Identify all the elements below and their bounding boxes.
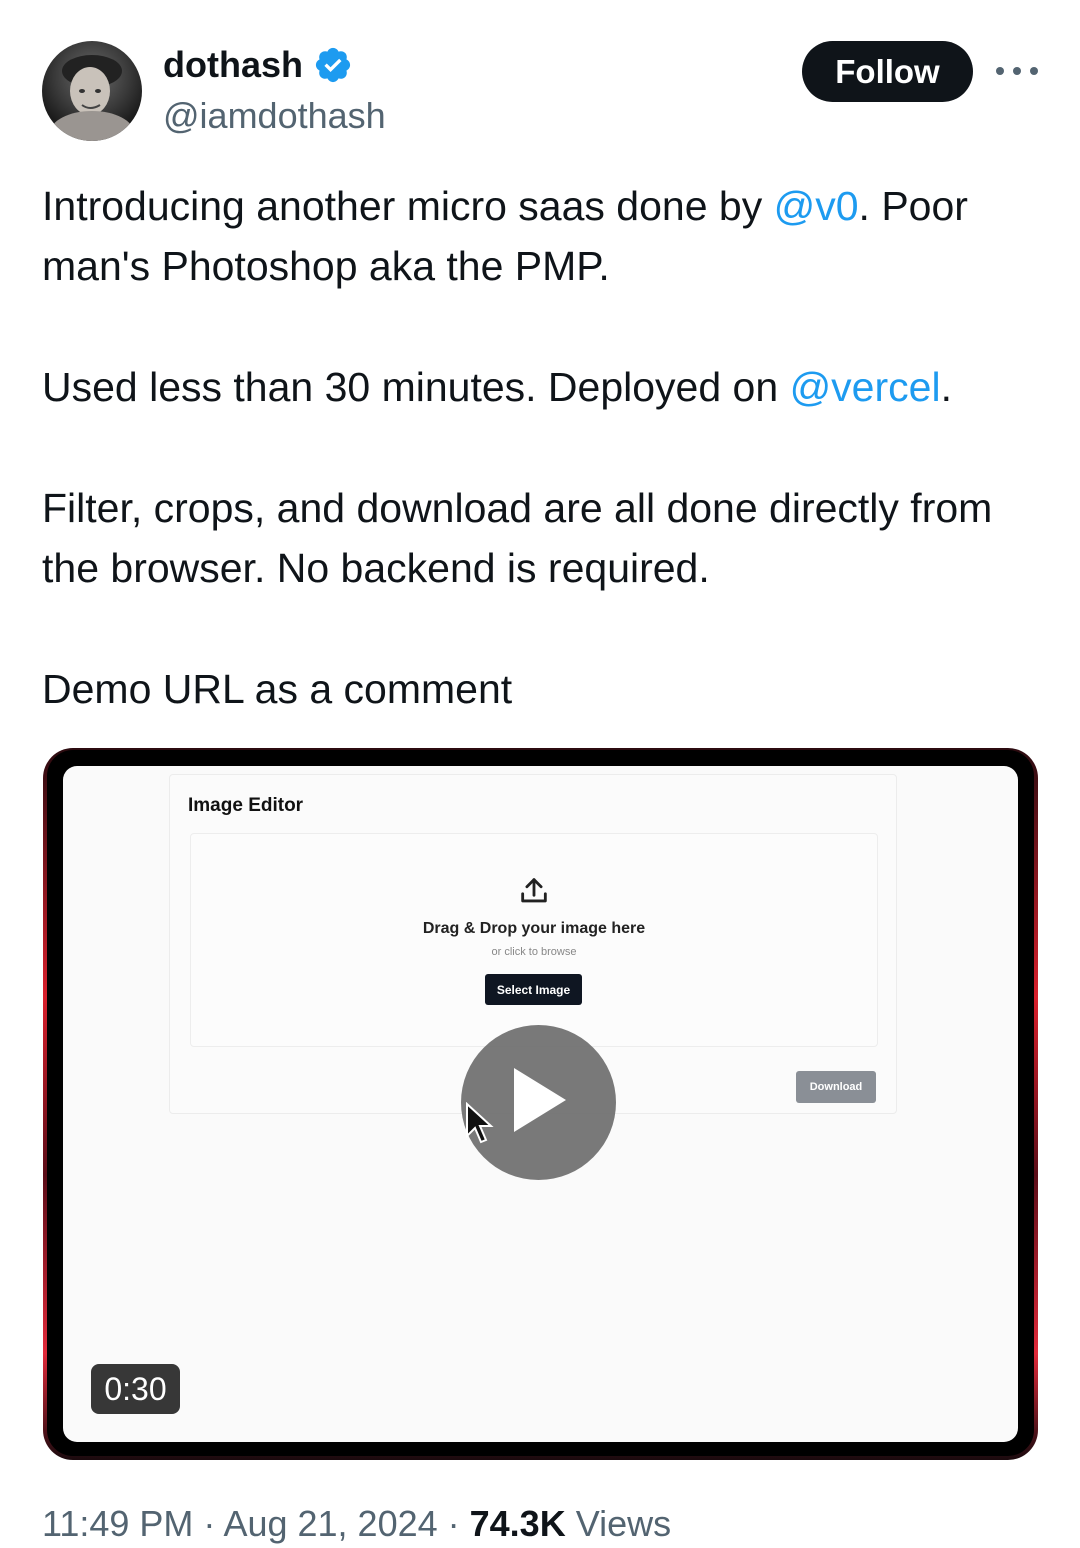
tweet-paragraph-3: Filter, crops, and download are all done…: [42, 485, 993, 591]
mention-link-v0[interactable]: @v0: [774, 183, 859, 229]
video-duration-badge: 0:30: [91, 1364, 180, 1414]
tweet-paragraph-4: Demo URL as a comment: [42, 666, 513, 712]
tweet-date[interactable]: Aug 21, 2024: [223, 1503, 437, 1544]
views-label: Views: [565, 1503, 672, 1544]
upload-icon: [517, 874, 551, 913]
author-display-name[interactable]: dothash: [163, 40, 303, 90]
meta-separator: ·: [193, 1503, 224, 1544]
dropzone: Drag & Drop your image here or click to …: [190, 833, 878, 1047]
dropzone-subtitle: or click to browse: [491, 946, 577, 958]
more-dot: [996, 67, 1004, 75]
tweet-text: Introducing another micro saas done by @…: [42, 176, 1042, 780]
avatar[interactable]: [42, 41, 142, 141]
video-frame: Image Editor Drag & Drop your image here…: [47, 750, 1034, 1456]
meta-separator: ·: [437, 1503, 470, 1544]
dropzone-title: Drag & Drop your image here: [422, 920, 646, 937]
video-screen: Image Editor Drag & Drop your image here…: [63, 766, 1018, 1442]
author-handle[interactable]: @iamdothash: [163, 92, 386, 140]
tweet-text-segment: .: [940, 364, 952, 410]
download-button: Download: [796, 1071, 876, 1103]
more-dot: [1013, 67, 1021, 75]
verified-badge-icon: [313, 45, 353, 85]
play-icon: [508, 1064, 570, 1141]
editor-title: Image Editor: [188, 795, 304, 816]
views-count: 74.3K: [469, 1503, 566, 1544]
tweet-video[interactable]: Image Editor Drag & Drop your image here…: [43, 748, 1038, 1460]
tweet-text-segment: Introducing another micro saas done by: [42, 183, 774, 229]
tweet-paragraph-1: Introducing another micro saas done by @…: [42, 176, 1042, 296]
mention-link-vercel[interactable]: @vercel: [790, 364, 941, 410]
tweet-paragraph-2: Used less than 30 minutes. Deployed on @…: [42, 357, 1042, 417]
follow-button[interactable]: Follow: [802, 41, 973, 102]
author-name-row: dothash: [163, 40, 353, 90]
tweet-meta: 11:49 PM · Aug 21, 2024 · 74.3K Views: [42, 1500, 671, 1548]
tweet-time[interactable]: 11:49 PM: [42, 1503, 193, 1544]
more-dot: [1030, 67, 1038, 75]
mouse-cursor-icon: [465, 1101, 495, 1151]
more-options-icon[interactable]: [996, 60, 1038, 82]
select-image-button: Select Image: [485, 974, 582, 1005]
tweet-text-segment: Used less than 30 minutes. Deployed on: [42, 364, 790, 410]
